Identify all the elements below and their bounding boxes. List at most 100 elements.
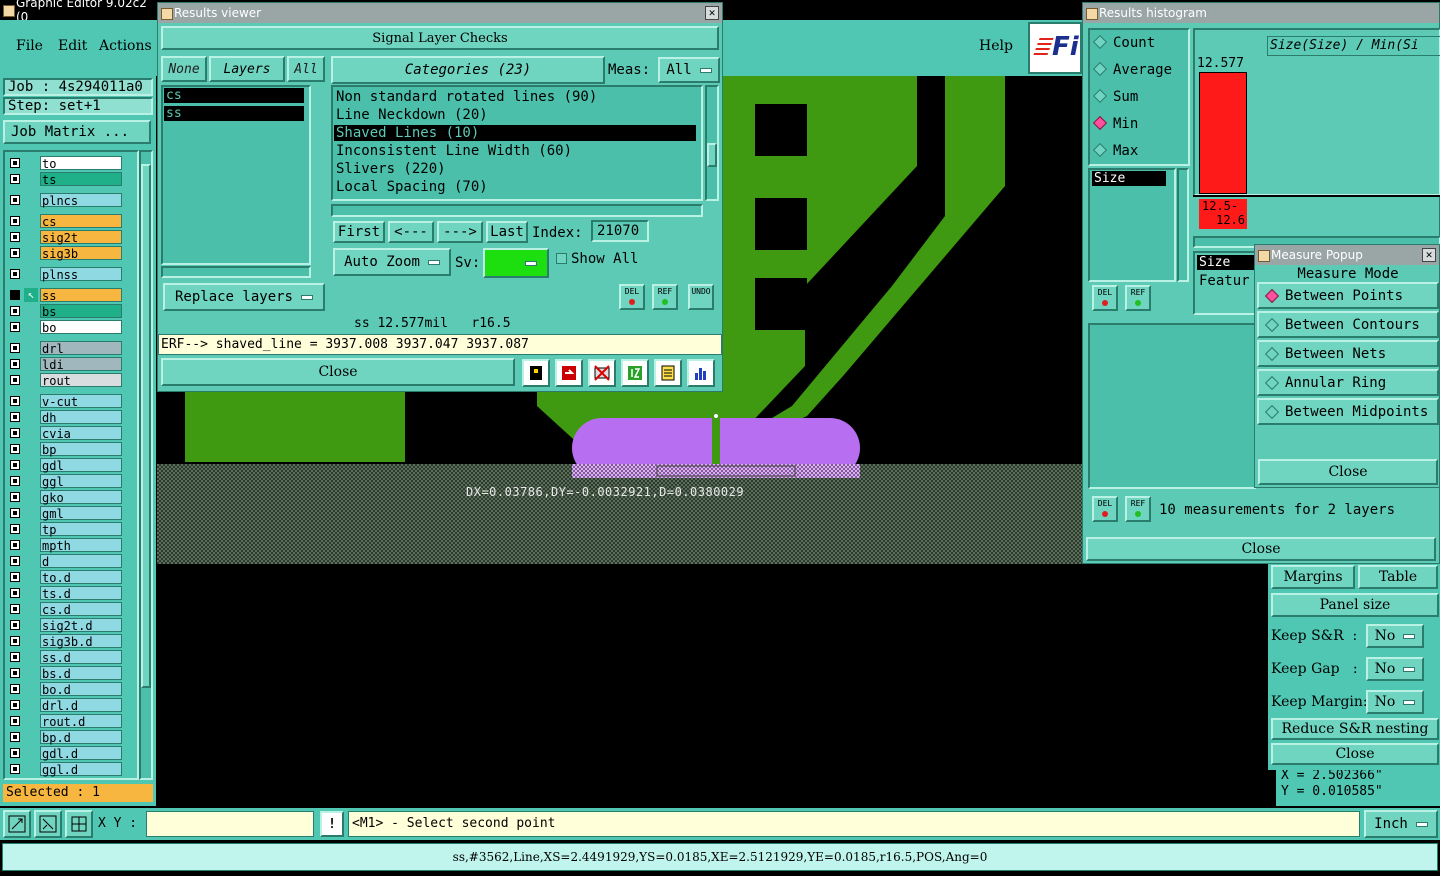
zoom-area-icon[interactable] — [34, 810, 62, 838]
layer-checkbox[interactable] — [10, 396, 20, 406]
layer-checkbox[interactable] — [10, 290, 20, 300]
histogram-list-vscroll[interactable] — [1177, 168, 1189, 282]
layer-checkbox[interactable] — [10, 322, 20, 332]
category-item[interactable]: Inconsistent Line Width (60) — [334, 143, 696, 159]
layer-row-ggl[interactable]: ggl — [8, 474, 124, 489]
layer-row-sig3b[interactable]: sig3b — [8, 246, 124, 261]
layers-button[interactable]: Layers — [209, 56, 285, 82]
hist-del-icon-2[interactable]: DEL — [1092, 496, 1118, 522]
grid-icon[interactable] — [65, 810, 93, 838]
hist-del-icon[interactable]: DEL — [1092, 285, 1118, 311]
layer-row-gml[interactable]: gml — [8, 506, 124, 521]
aggregate-option-min[interactable]: Min — [1092, 115, 1138, 132]
margins-button[interactable]: Margins — [1271, 565, 1355, 589]
numbering-icon[interactable] — [621, 359, 649, 387]
category-item[interactable]: Line Neckdown (20) — [334, 107, 696, 123]
measure-popup-close-button[interactable]: Close — [1258, 459, 1438, 485]
meas-select[interactable]: All — [658, 57, 720, 83]
measure-option-between-nets[interactable]: Between Nets — [1257, 340, 1439, 367]
close-icon[interactable]: ✕ — [705, 6, 719, 20]
prev-button[interactable]: <--- — [388, 221, 434, 243]
layer-row-gdl-d[interactable]: gdl.d — [8, 746, 124, 761]
layer-checkbox[interactable] — [10, 700, 20, 710]
ref-icon[interactable]: REF — [652, 284, 678, 310]
categories-header[interactable]: Categories (23) — [331, 56, 605, 84]
layer-checkbox[interactable] — [10, 158, 20, 168]
layer-checkbox[interactable] — [10, 476, 20, 486]
auto-zoom-select[interactable]: Auto Zoom — [333, 248, 451, 276]
layer-row-bo-d[interactable]: bo.d — [8, 682, 124, 697]
all-button[interactable]: All — [287, 56, 325, 82]
layer-checkbox[interactable] — [10, 764, 20, 774]
locate-icon[interactable] — [522, 359, 550, 387]
category-item[interactable]: Slivers (220) — [334, 161, 696, 177]
index-input[interactable]: 21070 — [591, 220, 649, 242]
info-icon[interactable]: ! — [320, 811, 344, 837]
job-matrix-button[interactable]: Job Matrix ... — [3, 120, 151, 144]
aggregate-option-average[interactable]: Average — [1092, 61, 1172, 78]
layer-row-ldi[interactable]: ldi — [8, 357, 124, 372]
keep-gap-select[interactable]: No — [1366, 657, 1424, 681]
layer-row-bs[interactable]: bs — [8, 304, 124, 319]
xy-input[interactable] — [146, 811, 314, 837]
units-select[interactable]: Inch — [1364, 810, 1438, 838]
layer-checkbox[interactable] — [10, 444, 20, 454]
layer-checkbox[interactable] — [10, 652, 20, 662]
layer-checkbox[interactable] — [10, 684, 20, 694]
last-button[interactable]: Last — [486, 221, 528, 243]
zoom-fit-icon[interactable] — [3, 810, 31, 838]
layer-row-bp-d[interactable]: bp.d — [8, 730, 124, 745]
layer-checkbox[interactable] — [10, 460, 20, 470]
layer-row-drl-d[interactable]: drl.d — [8, 698, 124, 713]
keep-margin-select[interactable]: No — [1366, 690, 1424, 714]
delete-all-icon[interactable] — [588, 359, 616, 387]
layer-row-rout[interactable]: rout — [8, 373, 124, 388]
layer-row-to-d[interactable]: to.d — [8, 570, 124, 585]
histogram-list-item[interactable]: Size — [1092, 171, 1166, 186]
layer-checkbox[interactable] — [10, 524, 20, 534]
signal-layer-checks-header[interactable]: Signal Layer Checks — [161, 26, 719, 50]
layer-row-ts[interactable]: ts — [8, 172, 124, 187]
layer-checkbox[interactable] — [10, 572, 20, 582]
layer-checkbox[interactable] — [10, 540, 20, 550]
layer-checkbox[interactable] — [10, 216, 20, 226]
layer-checkbox[interactable] — [10, 232, 20, 242]
replace-layers-select[interactable]: Replace layers — [163, 283, 325, 311]
layer-checkbox[interactable] — [10, 375, 20, 385]
layer-checkbox[interactable] — [10, 716, 20, 726]
histogram-icon[interactable] — [687, 359, 715, 387]
layer-checkbox[interactable] — [10, 174, 20, 184]
first-button[interactable]: First — [333, 221, 385, 243]
layer-row-bp[interactable]: bp — [8, 442, 124, 457]
category-item[interactable]: Local Spacing (70) — [334, 179, 696, 195]
menu-actions[interactable]: Actions — [99, 38, 152, 54]
table-button[interactable]: Table — [1358, 565, 1438, 589]
layer-checkbox[interactable] — [10, 412, 20, 422]
show-all-checkbox[interactable] — [556, 253, 567, 264]
layer-row-cs[interactable]: cs — [8, 214, 124, 229]
layer-checkbox[interactable] — [10, 748, 20, 758]
none-button[interactable]: None — [161, 56, 207, 82]
aggregate-option-max[interactable]: Max — [1092, 142, 1138, 159]
layer-row-sig2t[interactable]: sig2t — [8, 230, 124, 245]
layer-row-dh[interactable]: dh — [8, 410, 124, 425]
close-icon[interactable]: ✕ — [1422, 248, 1436, 262]
aggregate-option-sum[interactable]: Sum — [1092, 88, 1138, 105]
undo-icon[interactable]: UNDO — [688, 284, 714, 310]
layer-row-cs-d[interactable]: cs.d — [8, 602, 124, 617]
layer-checkbox[interactable] — [10, 556, 20, 566]
measure-option-between-contours[interactable]: Between Contours — [1257, 311, 1439, 338]
layer-checkbox[interactable] — [10, 604, 20, 614]
layer-checkbox[interactable] — [10, 269, 20, 279]
layer-checkbox[interactable] — [10, 343, 20, 353]
measure-option-between-points[interactable]: Between Points — [1257, 282, 1439, 309]
layer-checkbox[interactable] — [10, 620, 20, 630]
keep-sr-select[interactable]: No — [1366, 624, 1424, 648]
layer-checkbox[interactable] — [10, 248, 20, 258]
layer-checkbox[interactable] — [10, 306, 20, 316]
layer-scroll-thumb[interactable] — [141, 164, 151, 688]
layer-row-ss-d[interactable]: ss.d — [8, 650, 124, 665]
measure-option-between-midpoints[interactable]: Between Midpoints — [1257, 398, 1439, 425]
layer-row-tp[interactable]: tp — [8, 522, 124, 537]
layer-row-gko[interactable]: gko — [8, 490, 124, 505]
